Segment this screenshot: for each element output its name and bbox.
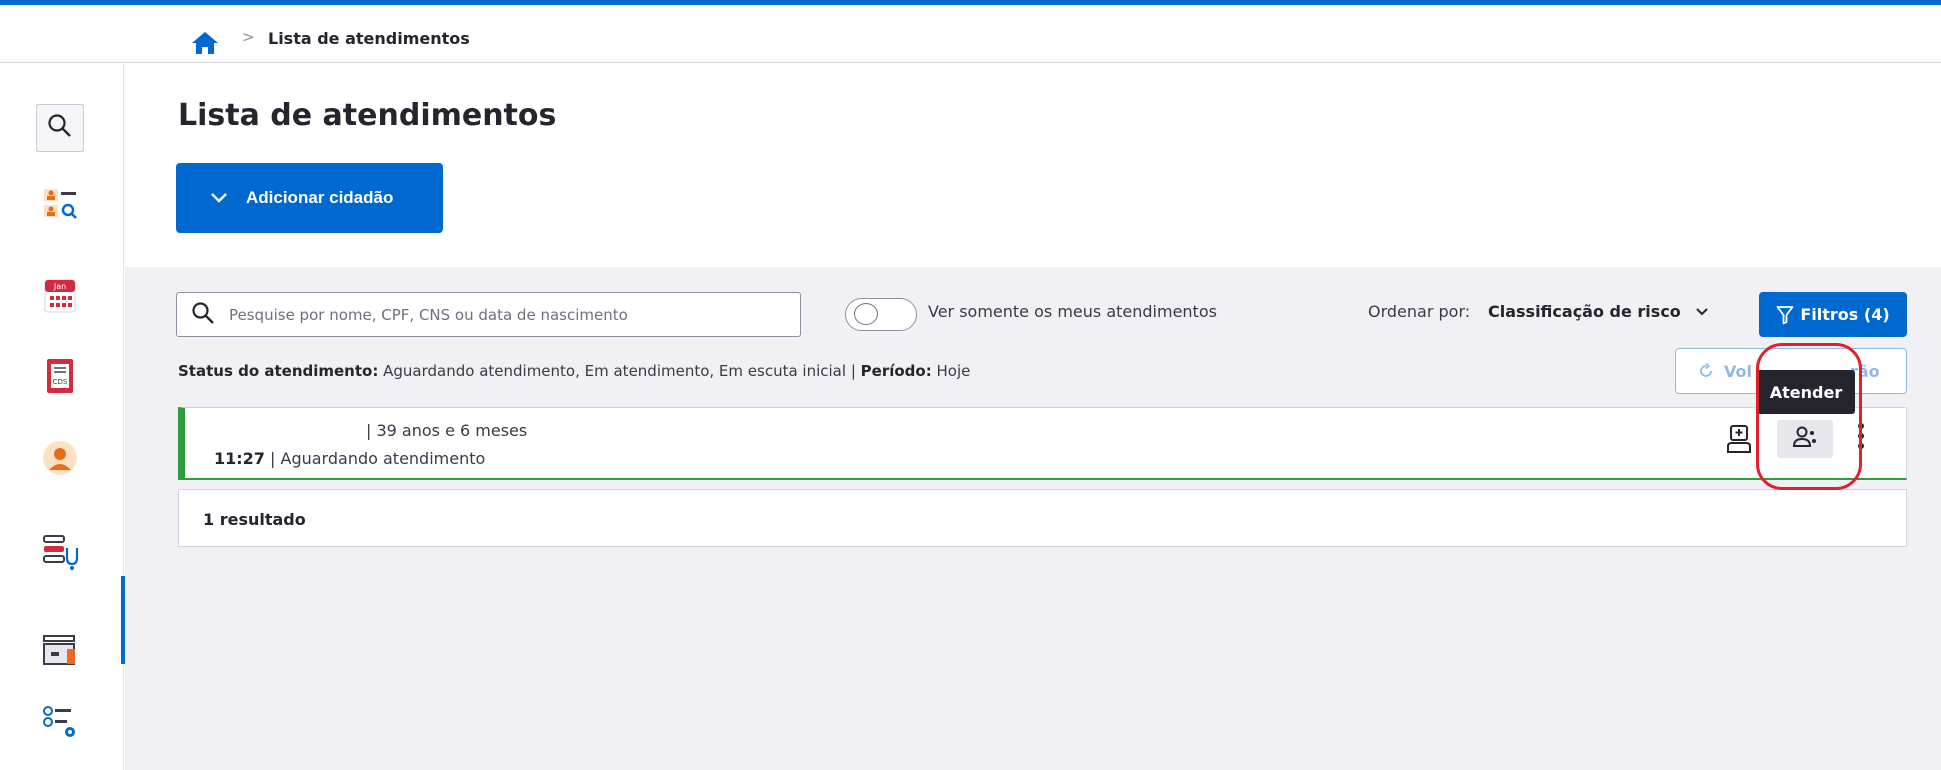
filters-label: Filtros (4)	[1800, 305, 1890, 324]
attendance-time: 11:27	[214, 449, 265, 468]
filters-button[interactable]: Filtros (4)	[1759, 292, 1907, 337]
more-options-icon[interactable]	[1857, 422, 1865, 454]
attendance-status: | Aguardando atendimento	[270, 449, 486, 468]
results-count: 1 resultado	[203, 510, 306, 529]
add-citizen-button[interactable]: Adicionar cidadão	[176, 163, 443, 233]
refresh-icon	[1698, 363, 1714, 379]
sidebar-item-drawer[interactable]	[36, 628, 84, 676]
search-icon	[47, 113, 73, 143]
home-icon[interactable]	[190, 30, 220, 56]
svg-text:Jan: Jan	[53, 282, 66, 291]
sort-value: Classificação de risco	[1488, 302, 1681, 321]
status-summary: Status do atendimento: Aguardando atendi…	[178, 362, 970, 380]
breadcrumb-separator: >	[242, 28, 255, 46]
svg-text:CDS: CDS	[53, 378, 68, 386]
users-icon	[1792, 425, 1818, 453]
sidebar-item-profile[interactable]	[36, 436, 84, 484]
search-field[interactable]	[176, 292, 801, 337]
avatar-icon	[42, 440, 78, 480]
toggle-knob	[854, 303, 878, 325]
my-attendances-toggle[interactable]	[845, 298, 917, 331]
settings-list-icon	[40, 702, 80, 746]
sidebar-search-button[interactable]	[36, 104, 84, 152]
status-separator: |	[850, 362, 856, 380]
sidebar: Jan CDS	[0, 64, 126, 770]
attend-tooltip: Atender	[1757, 370, 1855, 414]
sidebar-item-attendance-list[interactable]	[36, 530, 84, 578]
citizen-search-icon	[42, 187, 78, 225]
doctor-icon[interactable]	[1726, 424, 1752, 458]
sidebar-item-cds[interactable]: CDS	[36, 354, 84, 402]
sidebar-item-citizen-search[interactable]	[36, 182, 84, 230]
period-label: Período:	[860, 362, 932, 380]
status-value: Aguardando atendimento, Em atendimento, …	[383, 362, 847, 380]
drawer-icon	[41, 633, 79, 671]
attend-button[interactable]	[1777, 420, 1833, 458]
results-footer: 1 resultado	[178, 489, 1907, 547]
search-input[interactable]	[229, 305, 769, 324]
my-attendances-label: Ver somente os meus atendimentos	[928, 302, 1217, 321]
restore-label-start: Vol	[1724, 361, 1752, 381]
breadcrumb: > Lista de atendimentos	[0, 5, 1941, 63]
filter-icon	[1776, 305, 1794, 325]
page-title: Lista de atendimentos	[178, 98, 557, 133]
sort-select[interactable]: Classificação de risco	[1488, 302, 1709, 321]
sidebar-item-settings-list[interactable]	[36, 700, 84, 748]
period-value: Hoje	[936, 362, 971, 380]
chevron-down-icon	[1695, 307, 1709, 317]
patient-age: | 39 anos e 6 meses	[366, 421, 528, 440]
sidebar-item-calendar[interactable]: Jan	[36, 274, 84, 322]
add-citizen-label: Adicionar cidadão	[246, 188, 394, 207]
chevron-down-icon	[210, 192, 228, 204]
attendance-time-status: 11:27 | Aguardando atendimento	[214, 449, 485, 468]
attendance-list-icon	[40, 532, 80, 576]
sort-label: Ordenar por:	[1368, 302, 1471, 321]
search-icon	[191, 301, 215, 329]
cds-document-icon: CDS	[44, 357, 76, 399]
breadcrumb-current: Lista de atendimentos	[268, 29, 470, 48]
calendar-icon: Jan	[43, 278, 77, 318]
attendance-row[interactable]: | 39 anos e 6 meses 11:27 | Aguardando a…	[178, 407, 1907, 480]
status-label: Status do atendimento:	[178, 362, 379, 380]
